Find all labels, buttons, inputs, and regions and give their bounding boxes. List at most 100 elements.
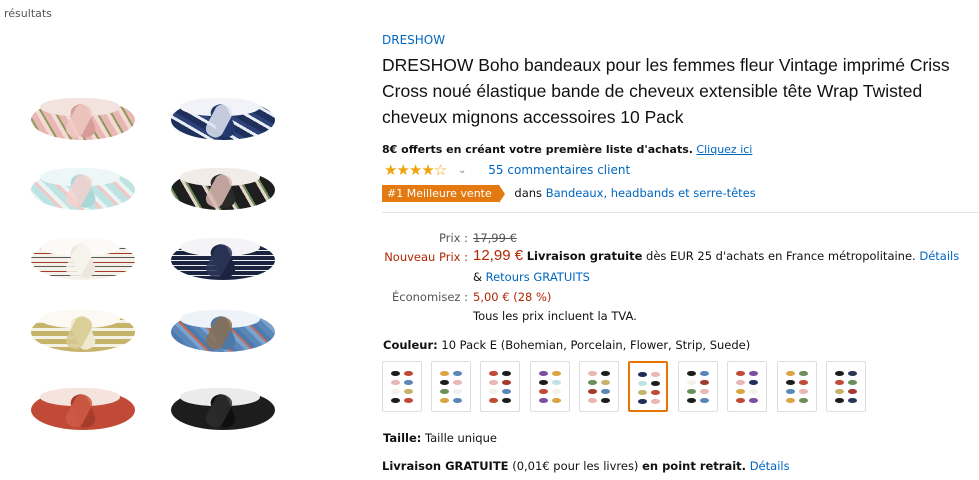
headband-rust-suede [28,384,138,442]
swatch-headband-dot [749,398,758,403]
swatch-pack-i[interactable] [579,361,619,412]
swatch-headband-dot [440,398,449,403]
swatch-headband-dot [489,389,498,394]
headband-mint-floral [28,164,138,222]
swatch-headband-dot [404,380,413,385]
swatch-headband-dot [786,389,795,394]
swatch-headband-dot [687,371,696,376]
free-shipping-label: Livraison GRATUITE [382,459,509,473]
headband-navy-stripe [168,234,278,292]
swatch-headband-dot [638,390,647,395]
new-price-label: Nouveau Prix : [384,250,468,264]
ampersand: & [473,270,482,284]
delivery-details-link[interactable]: Détails [919,249,959,263]
headband-mustard-stripe [28,306,138,364]
swatch-headband-dot [588,398,597,403]
swatch-headband-dot [687,389,696,394]
brand-link[interactable]: DRESHOW [382,33,445,47]
swatch-headband-dot [848,380,857,385]
swatch-headband-dot [552,389,561,394]
swatch-headband-dot [700,371,709,376]
swatch-headband-dot [453,389,462,394]
reviews-link[interactable]: 55 commentaires client [488,163,630,177]
swatch-headband-dot [700,389,709,394]
swatch-headband-dot [835,389,844,394]
swatch-headband-dot [651,390,660,395]
swatch-headband-dot [502,389,511,394]
swatch-headband-dot [749,380,758,385]
offer-link[interactable]: Cliquez ici [696,143,752,156]
swatch-headband-dot [749,389,758,394]
shipping-details-link[interactable]: Détails [750,459,790,473]
bestseller-in-text: dans [514,186,543,200]
swatch-headband-dot [687,380,696,385]
swatch-headband-dot [848,371,857,376]
swatch-headband-dot [651,372,660,377]
swatch-headband-dot [835,398,844,403]
headband-black-suede [168,384,278,442]
savings-value: 5,00 € (28 %) [473,290,552,304]
swatch-headband-dot [440,389,449,394]
divider [382,212,979,213]
free-delivery-label: Livraison gratuite [526,249,643,263]
swatch-headband-dot [539,389,548,394]
swatch-headband-dot [552,398,561,403]
swatch-headband-dot [489,398,498,403]
swatch-pack-f[interactable] [678,361,718,412]
bestseller-row: #1 Meilleure vente dans Bandeaux, headba… [382,185,756,203]
swatch-headband-dot [404,398,413,403]
swatch-headband-dot [749,371,758,376]
product-image[interactable] [28,94,278,464]
headband-white-bohemian [28,234,138,292]
swatch-headband-dot [391,398,400,403]
swatch-headband-dot [453,371,462,376]
swatch-headband-dot [404,389,413,394]
swatch-headband-dot [799,371,808,376]
swatch-pack-b[interactable] [431,361,471,412]
swatch-headband-dot [601,380,610,385]
color-value: 10 Pack E (Bohemian, Porcelain, Flower, … [441,338,751,352]
swatch-pack-a[interactable] [382,361,422,412]
swatch-headband-dot [736,380,745,385]
swatch-pack-h[interactable] [826,361,866,412]
swatch-headband-dot [391,389,400,394]
delivery-condition: dès EUR 25 d'achats en France métropolit… [646,249,916,263]
list-price-label: Prix : [439,231,468,245]
swatch-headband-dot [601,371,610,376]
swatch-headband-dot [391,380,400,385]
swatch-headband-dot [539,371,548,376]
size-value: Taille unique [425,431,497,445]
back-to-results-link[interactable]: x résultats [0,7,52,20]
swatch-headband-dot [601,398,610,403]
savings-label: Économisez : [392,290,468,304]
swatch-headband-dot [489,371,498,376]
rating-row: ★★★★☆ ⌄ 55 commentaires client [384,161,630,179]
swatch-headband-dot [799,389,808,394]
new-price-line: 12,99 € Livraison gratuite dès EUR 25 d'… [473,247,959,264]
star-rating-icon[interactable]: ★★★★☆ [384,161,447,179]
swatch-headband-dot [588,380,597,385]
returns-line: & Retours GRATUITS [473,270,590,284]
swatch-headband-dot [736,371,745,376]
swatch-pack-scrunchie[interactable] [727,361,767,412]
headband-navy-porcelain [168,94,278,152]
swatch-headband-dot [835,380,844,385]
free-returns-link[interactable]: Retours GRATUITS [486,270,590,284]
swatch-pack-g[interactable] [777,361,817,412]
bestseller-category-link[interactable]: Bandeaux, headbands et serre-têtes [546,186,756,200]
swatch-headband-dot [588,371,597,376]
swatch-pack-d[interactable] [530,361,570,412]
swatch-headband-dot [638,399,647,404]
swatch-pack-c[interactable] [480,361,520,412]
offer-text: 8€ offerts en créant votre première list… [382,143,693,156]
bestseller-badge[interactable]: #1 Meilleure vente [382,185,505,203]
swatch-headband-dot [552,371,561,376]
color-label: Couleur: [383,338,438,352]
chevron-down-icon[interactable]: ⌄ [458,165,466,176]
swatch-headband-dot [391,371,400,376]
swatch-pack-e-selected[interactable] [628,361,668,412]
swatch-headband-dot [502,398,511,403]
headband-denim-bohemian [168,306,278,364]
shipping-info: Livraison GRATUITE (0,01€ pour les livre… [382,459,790,473]
swatch-headband-dot [489,380,498,385]
